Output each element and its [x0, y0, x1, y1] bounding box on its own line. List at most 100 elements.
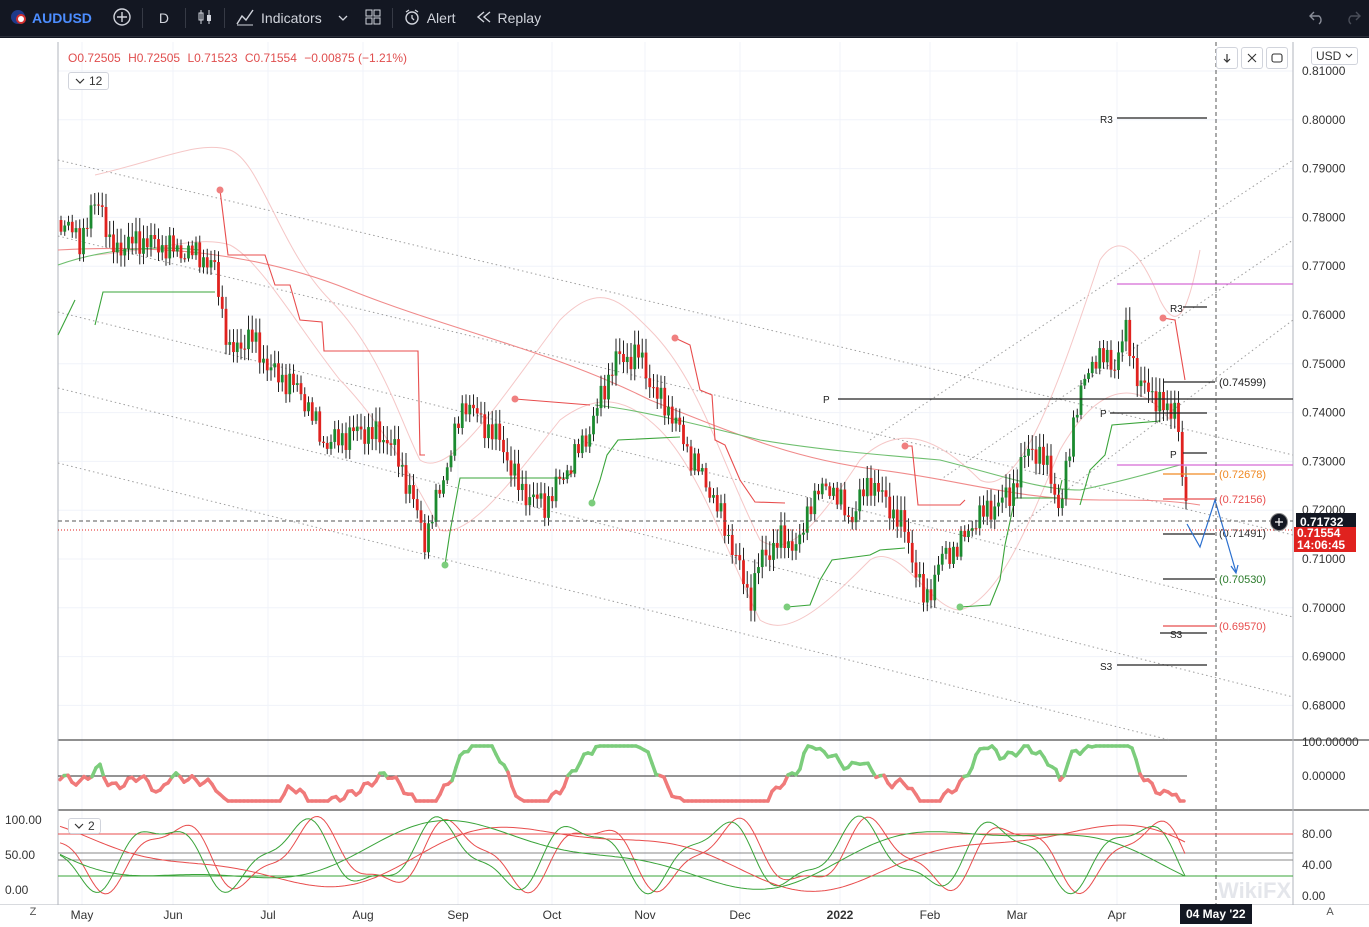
- candle-body: [584, 435, 588, 447]
- candle-body: [310, 402, 314, 421]
- candle-body: [1064, 460, 1068, 499]
- legend-low: L0.71523: [187, 51, 238, 65]
- candle-body: [1057, 494, 1060, 509]
- time-tick-label: May: [70, 908, 94, 922]
- candle-body: [352, 427, 355, 432]
- candle-body: [633, 344, 637, 370]
- maximize-pane-button[interactable]: [1241, 47, 1263, 69]
- candle-body: [1169, 403, 1173, 419]
- currency-select[interactable]: USD: [1311, 47, 1359, 65]
- candle-body: [100, 205, 104, 207]
- candle-body: [742, 560, 745, 585]
- candle-body: [258, 332, 262, 363]
- candle-body: [93, 204, 97, 206]
- fib-levels: [1117, 283, 1293, 627]
- candle-body: [1000, 497, 1004, 503]
- pivot-p-label: P: [823, 395, 830, 406]
- candle-body: [273, 363, 277, 368]
- candle-body: [1075, 414, 1079, 418]
- auto-scale-button[interactable]: A: [1322, 906, 1338, 922]
- candle-body: [359, 426, 363, 430]
- candle-body: [730, 534, 734, 556]
- indicators-toggle-osc[interactable]: 2: [68, 818, 101, 834]
- candle-body: [588, 434, 592, 447]
- candle-body: [558, 476, 562, 479]
- candle-body: [284, 374, 288, 395]
- pivot-s3-label: S3: [1170, 630, 1183, 641]
- candle-body: [944, 547, 948, 554]
- candle-body: [1124, 319, 1128, 342]
- candle-body: [453, 423, 457, 456]
- price-axis[interactable]: 0.81000 0.80000 0.79000 0.78000 0.77000 0.760…: [5, 64, 1359, 903]
- pivot-p-label: P: [1170, 450, 1177, 461]
- candle-body: [1015, 483, 1019, 488]
- candle-body: [1105, 349, 1109, 363]
- candle-body: [802, 532, 805, 535]
- candle-body: [569, 470, 573, 474]
- arrow-down-icon: [1223, 54, 1231, 63]
- candle-body: [130, 236, 134, 244]
- candle-body: [295, 383, 299, 385]
- candle-body: [205, 257, 209, 268]
- pivot-s3-label: S3: [1100, 662, 1113, 673]
- candle-body: [288, 373, 292, 395]
- candle-body: [1132, 356, 1135, 359]
- candle-body: [490, 424, 494, 440]
- bar-countdown: 14:06:45: [1297, 538, 1346, 552]
- price-tick-label: 0.81000: [1302, 64, 1346, 78]
- candle-body: [307, 402, 310, 412]
- osc1-segment: [454, 753, 462, 770]
- candle-body: [547, 496, 550, 518]
- candle-body: [562, 478, 565, 480]
- candle-body: [318, 411, 322, 442]
- osc1-tick-label: 0.00000: [1302, 769, 1346, 783]
- osc1-segment: [562, 773, 570, 789]
- zoom-toggle-button[interactable]: Z: [25, 906, 41, 922]
- candle-body: [592, 415, 595, 435]
- move-pane-down-button[interactable]: [1216, 47, 1238, 69]
- candle-body: [190, 245, 194, 256]
- candle-body: [232, 342, 235, 353]
- time-axis[interactable]: May Jun Jul Aug Sep Oct Nov Dec 2022 Feb Mar Apr: [0, 905, 1369, 927]
- legend-open: O0.72505: [68, 51, 121, 65]
- candle-body: [895, 509, 899, 527]
- candle-body: [389, 443, 393, 445]
- osc1-segment: [798, 751, 806, 771]
- candle-body: [442, 480, 445, 494]
- price-tick-label: 0.71000: [1302, 552, 1346, 566]
- candle-body: [674, 417, 678, 424]
- fullscreen-button[interactable]: [1266, 47, 1288, 69]
- candle-body: [408, 485, 412, 494]
- osc2-left-tick-label: 50.00: [5, 848, 35, 862]
- candle-body: [112, 234, 115, 253]
- candle-body: [299, 383, 303, 395]
- candle-body: [779, 525, 783, 548]
- candle-body: [277, 363, 280, 383]
- candle-body: [757, 567, 760, 574]
- candle-body: [445, 467, 449, 481]
- osc2-tick-label: 40.00: [1302, 858, 1332, 872]
- candle-body: [1030, 448, 1034, 450]
- candle-body: [74, 228, 78, 233]
- candle-body: [697, 453, 700, 472]
- indicators-toggle[interactable]: 12: [68, 72, 110, 90]
- candle-body: [127, 236, 130, 249]
- candle-body: [577, 444, 580, 454]
- fullscreen-icon: [1271, 53, 1283, 63]
- candle-body: [940, 553, 944, 565]
- candle-body: [370, 427, 374, 440]
- price-chart[interactable]: R3 R3 P P P S3 S3 (0.74599) (0.72678) (0…: [0, 0, 1369, 927]
- candle-body: [149, 234, 153, 248]
- candle-body: [89, 205, 93, 229]
- osc1-segment: [646, 750, 654, 765]
- candle-body: [843, 489, 847, 516]
- candle-body: [265, 358, 269, 371]
- add-alert-button[interactable]: [1270, 513, 1288, 531]
- candle-body: [978, 505, 982, 529]
- price-tick-label: 0.75000: [1302, 357, 1346, 371]
- osc1-segment: [450, 765, 458, 783]
- candle-body: [952, 546, 955, 564]
- candle-body: [1165, 403, 1169, 411]
- candle-body: [397, 439, 400, 467]
- candle-body: [292, 373, 295, 385]
